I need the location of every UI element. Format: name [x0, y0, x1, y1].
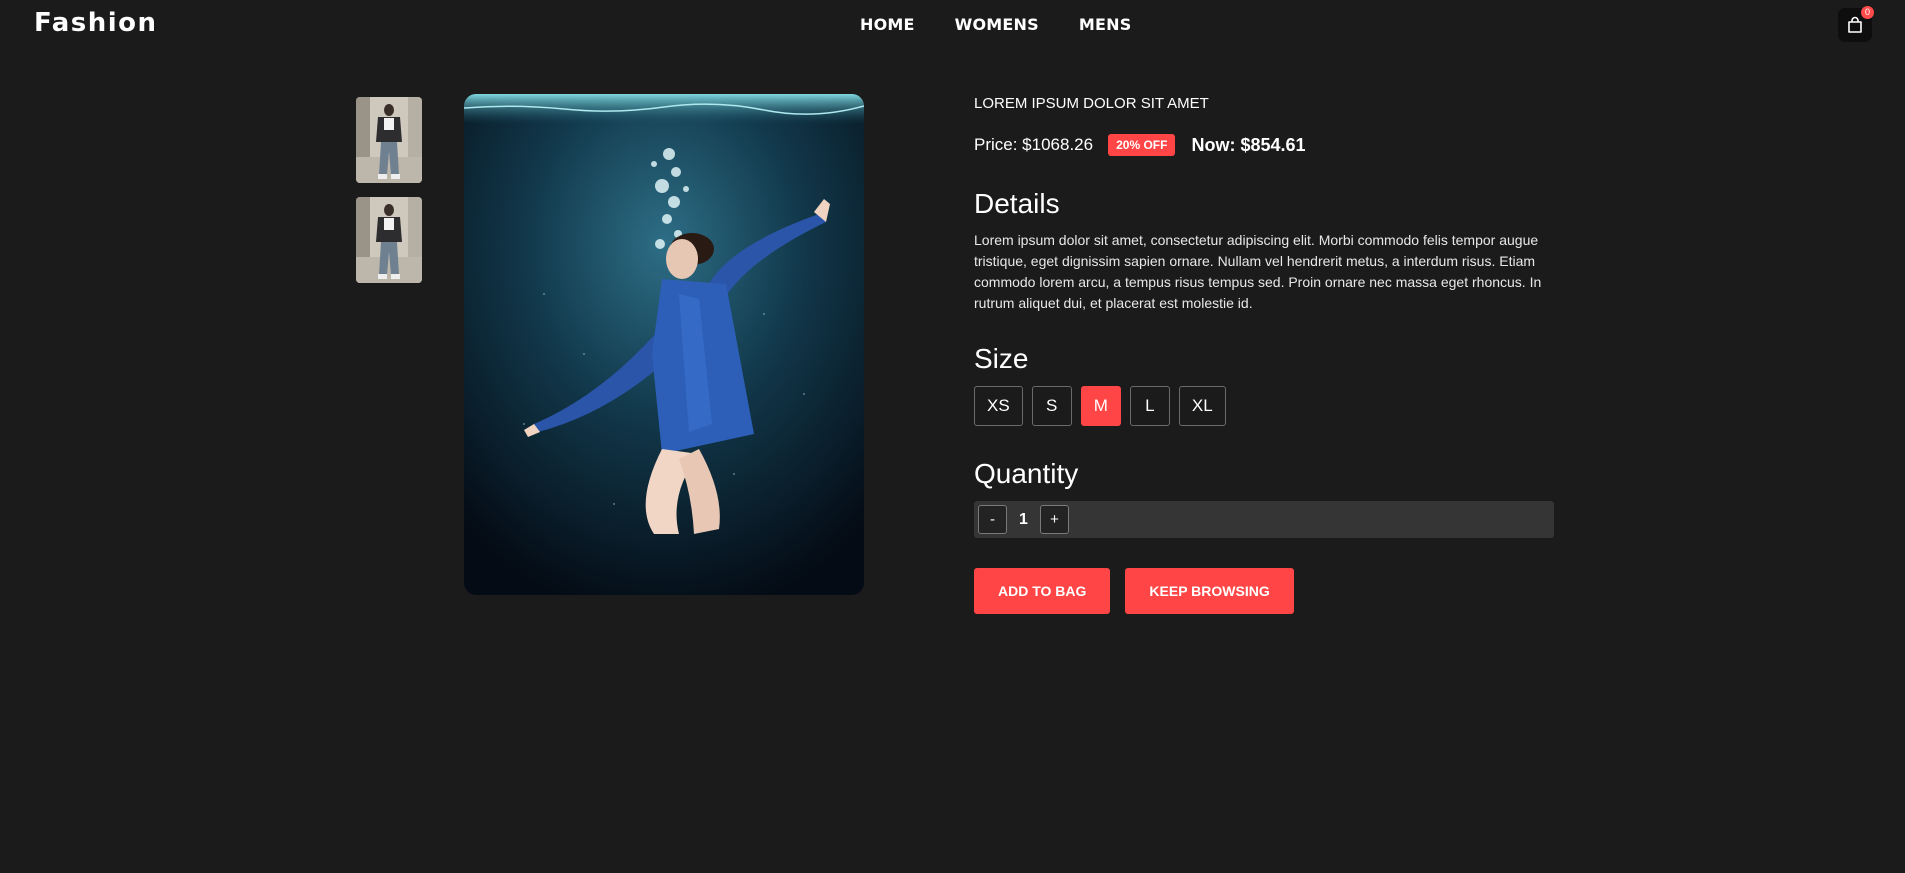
- price-row: Price: $1068.26 20% OFF Now: $854.61: [974, 134, 1306, 156]
- underwater-photo: [464, 94, 864, 595]
- quantity-heading: Quantity: [974, 458, 1079, 489]
- add-to-bag-button[interactable]: ADD TO BAG: [974, 568, 1111, 614]
- product-thumbnail-1[interactable]: [356, 97, 422, 183]
- size-option-l[interactable]: L: [1129, 386, 1170, 426]
- thumbnail-image: [356, 197, 422, 283]
- main-product-image: [464, 94, 864, 595]
- keep-browsing-button[interactable]: KEEP BROWSING: [1125, 568, 1294, 614]
- quantity-value: 1: [1019, 510, 1028, 528]
- discount-badge: 20% OFF: [1108, 134, 1176, 156]
- action-buttons: ADD TO BAG KEEP BROWSING: [974, 568, 1294, 614]
- size-option-m[interactable]: M: [1080, 386, 1121, 426]
- product-name: LOREM IPSUM DOLOR SIT AMET: [974, 95, 1209, 112]
- brand-logo[interactable]: Fashion: [34, 8, 158, 38]
- details-heading: Details: [974, 188, 1060, 219]
- size-option-xl[interactable]: XL: [1178, 386, 1226, 426]
- size-option-s[interactable]: S: [1031, 386, 1072, 426]
- thumbnail-image: [356, 97, 422, 183]
- quantity-increase-button[interactable]: +: [1040, 505, 1069, 534]
- size-selector: XS S M L XL: [974, 386, 1226, 426]
- details-description: Lorem ipsum dolor sit amet, consectetur …: [974, 232, 1542, 311]
- size-option-xs[interactable]: XS: [974, 386, 1023, 426]
- size-heading: Size: [974, 343, 1029, 374]
- product-thumbnail-2[interactable]: [356, 197, 422, 283]
- cart-count-badge: 0: [1861, 6, 1874, 19]
- nav-home[interactable]: HOME: [860, 15, 915, 34]
- quantity-stepper: - 1 +: [974, 501, 1554, 538]
- top-header: Fashion HOME WOMENS MENS 0: [0, 0, 1905, 50]
- discounted-price: Now: $854.61: [1191, 134, 1306, 155]
- shopping-bag-icon: [1848, 16, 1862, 33]
- nav-mens[interactable]: MENS: [1079, 15, 1132, 34]
- main-nav: HOME WOMENS MENS: [860, 15, 1131, 34]
- nav-womens[interactable]: WOMENS: [955, 15, 1039, 34]
- cart-button[interactable]: 0: [1838, 6, 1874, 42]
- original-price: Price: $1068.26: [974, 135, 1094, 154]
- quantity-decrease-button[interactable]: -: [978, 505, 1007, 534]
